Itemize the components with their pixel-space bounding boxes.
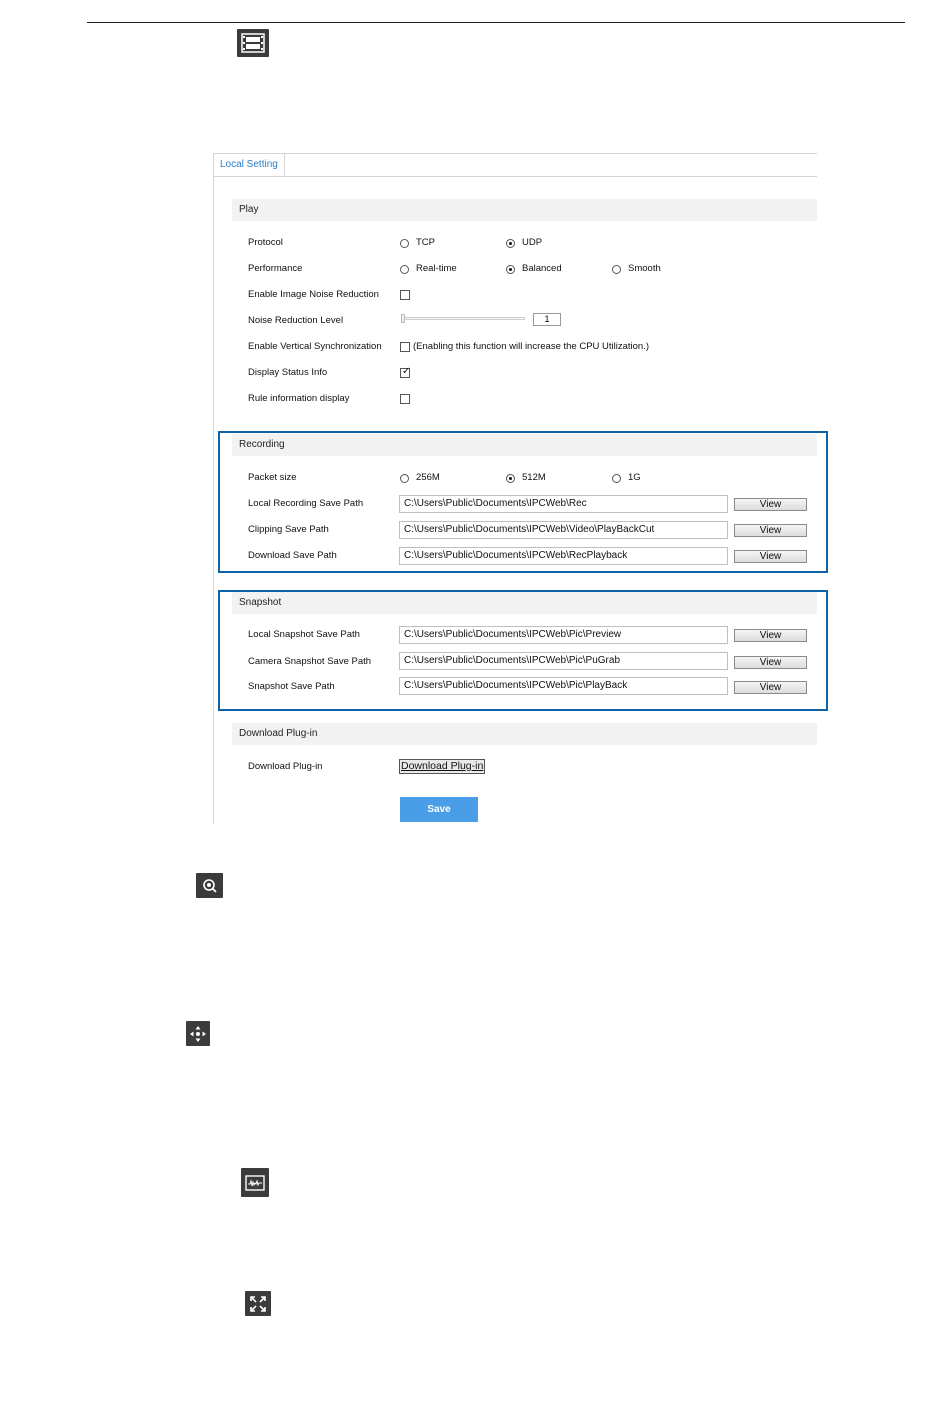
snapshot-highlight-frame (218, 590, 828, 711)
vsync-note: (Enabling this function will increase th… (413, 341, 650, 352)
tab-bar: Local Setting (214, 153, 817, 177)
noise-reduction-label: Enable Image Noise Reduction (248, 289, 379, 300)
vsync-checkbox[interactable] (400, 342, 410, 352)
vsync-label: Enable Vertical Synchronization (248, 341, 382, 352)
performance-balanced-radio[interactable] (506, 265, 515, 274)
protocol-tcp-label: TCP (416, 237, 435, 248)
noise-level-label: Noise Reduction Level (248, 315, 344, 326)
performance-smooth-radio[interactable] (612, 265, 621, 274)
tab-local-setting[interactable]: Local Setting (214, 154, 285, 176)
section-plugin-header: Download Plug-in (232, 723, 817, 745)
fullscreen-icon (245, 1291, 271, 1316)
protocol-udp-radio[interactable] (506, 239, 515, 248)
performance-realtime-radio[interactable] (400, 265, 409, 274)
waveform-icon (241, 1168, 269, 1197)
plugin-label: Download Plug-in (248, 761, 323, 772)
protocol-label: Protocol (248, 237, 283, 248)
rule-info-label: Rule information display (248, 393, 350, 404)
noise-level-slider-handle[interactable] (401, 314, 405, 323)
noise-reduction-checkbox[interactable] (400, 290, 410, 300)
check-icon: ✓ (402, 366, 411, 377)
zoom-icon (196, 873, 223, 898)
protocol-tcp-radio[interactable] (400, 239, 409, 248)
performance-balanced-label: Balanced (522, 263, 562, 274)
performance-label: Performance (248, 263, 303, 274)
rule-info-checkbox[interactable] (400, 394, 410, 404)
film-icon (237, 29, 269, 57)
performance-realtime-label: Real-time (416, 263, 457, 274)
recording-highlight-frame (218, 431, 828, 573)
ptz-move-icon (186, 1021, 210, 1046)
save-button[interactable]: Save (400, 797, 478, 822)
download-plugin-button[interactable]: Download Plug-in (399, 759, 486, 774)
section-play-header: Play (232, 199, 817, 221)
protocol-udp-label: UDP (522, 237, 543, 248)
page-header-rule (87, 22, 905, 23)
status-info-checkbox[interactable]: ✓ (400, 366, 411, 378)
noise-level-slider[interactable] (402, 317, 525, 320)
status-info-label: Display Status Info (248, 367, 328, 378)
performance-smooth-label: Smooth (628, 263, 661, 274)
noise-level-value[interactable]: 1 (533, 313, 561, 326)
